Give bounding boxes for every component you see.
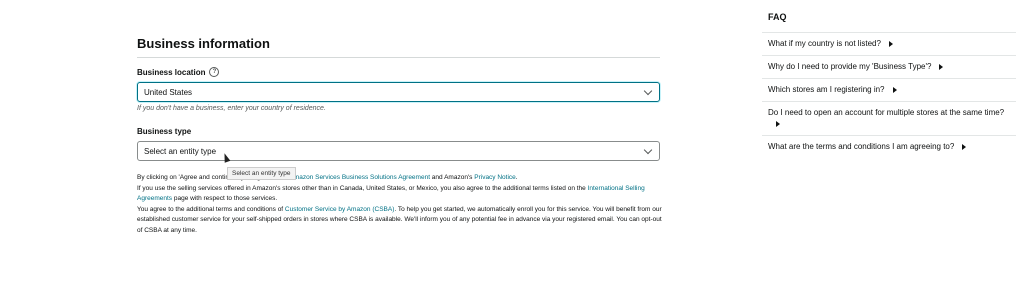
- business-solutions-agreement-link[interactable]: Amazon Services Business Solutions Agree…: [289, 174, 430, 181]
- business-location-label: Business location ?: [137, 67, 660, 77]
- faq-item[interactable]: Which stores am I registering in?: [762, 78, 1016, 101]
- business-type-select[interactable]: Select an entity type: [137, 141, 660, 161]
- faq-item-label: Which stores am I registering in?: [768, 85, 885, 94]
- caret-right-icon: [892, 86, 897, 93]
- csba-link[interactable]: Customer Service by Amazon (CSBA): [285, 206, 394, 213]
- faq-item[interactable]: What if my country is not listed?: [762, 32, 1016, 55]
- chevron-down-icon: [643, 86, 653, 95]
- legal-text-segment: page with respect to those services.: [172, 195, 278, 202]
- caret-right-icon: [939, 63, 944, 70]
- legal-paragraph-2: If you use the selling services offered …: [137, 184, 667, 205]
- business-location-value: United States: [144, 87, 193, 97]
- faq-item[interactable]: Do I need to open an account for multipl…: [762, 101, 1016, 135]
- business-location-hint: If you don't have a business, enter your…: [137, 105, 326, 112]
- faq-item[interactable]: What are the terms and conditions I am a…: [762, 135, 1016, 158]
- legal-text-segment: .: [515, 174, 518, 181]
- faq-item[interactable]: Why do I need to provide my 'Business Ty…: [762, 55, 1016, 78]
- faq-item-label: What are the terms and conditions I am a…: [768, 142, 955, 151]
- legal-text-segment: and Amazon's: [430, 174, 475, 181]
- faq-item-label: Do I need to open an account for multipl…: [768, 108, 1005, 117]
- help-icon[interactable]: ?: [209, 67, 220, 77]
- legal-text-segment: You agree to the additional terms and co…: [137, 205, 285, 213]
- legal-text-segment: If you use the selling services offered …: [137, 184, 588, 192]
- business-type-value: Select an entity type: [144, 146, 217, 156]
- faq-item-label: Why do I need to provide my 'Business Ty…: [768, 62, 932, 71]
- chevron-down-icon: [643, 145, 653, 154]
- business-information-form: Business information Business location ?…: [137, 36, 660, 161]
- legal-text: By clicking on 'Agree and continue', you…: [137, 173, 667, 236]
- privacy-notice-link[interactable]: Privacy Notice: [474, 174, 516, 181]
- business-type-label: Business type: [137, 127, 660, 136]
- business-location-label-text: Business location: [137, 67, 206, 77]
- page: Business information Business location ?…: [0, 0, 1024, 293]
- caret-right-icon: [962, 143, 967, 150]
- caret-right-icon: [888, 40, 893, 47]
- faq-title: FAQ: [768, 12, 787, 22]
- business-location-select[interactable]: United States: [137, 82, 660, 102]
- legal-paragraph-1: By clicking on 'Agree and continue', you…: [137, 173, 667, 184]
- entity-type-tooltip: Select an entity type: [227, 167, 296, 180]
- section-title: Business information: [137, 36, 660, 58]
- faq-item-label: What if my country is not listed?: [768, 39, 881, 48]
- caret-right-icon: [776, 120, 780, 127]
- faq-panel: FAQ What if my country is not listed? Wh…: [762, 8, 1016, 158]
- business-type-label-text: Business type: [137, 127, 192, 136]
- legal-paragraph-3: You agree to the additional terms and co…: [137, 205, 667, 237]
